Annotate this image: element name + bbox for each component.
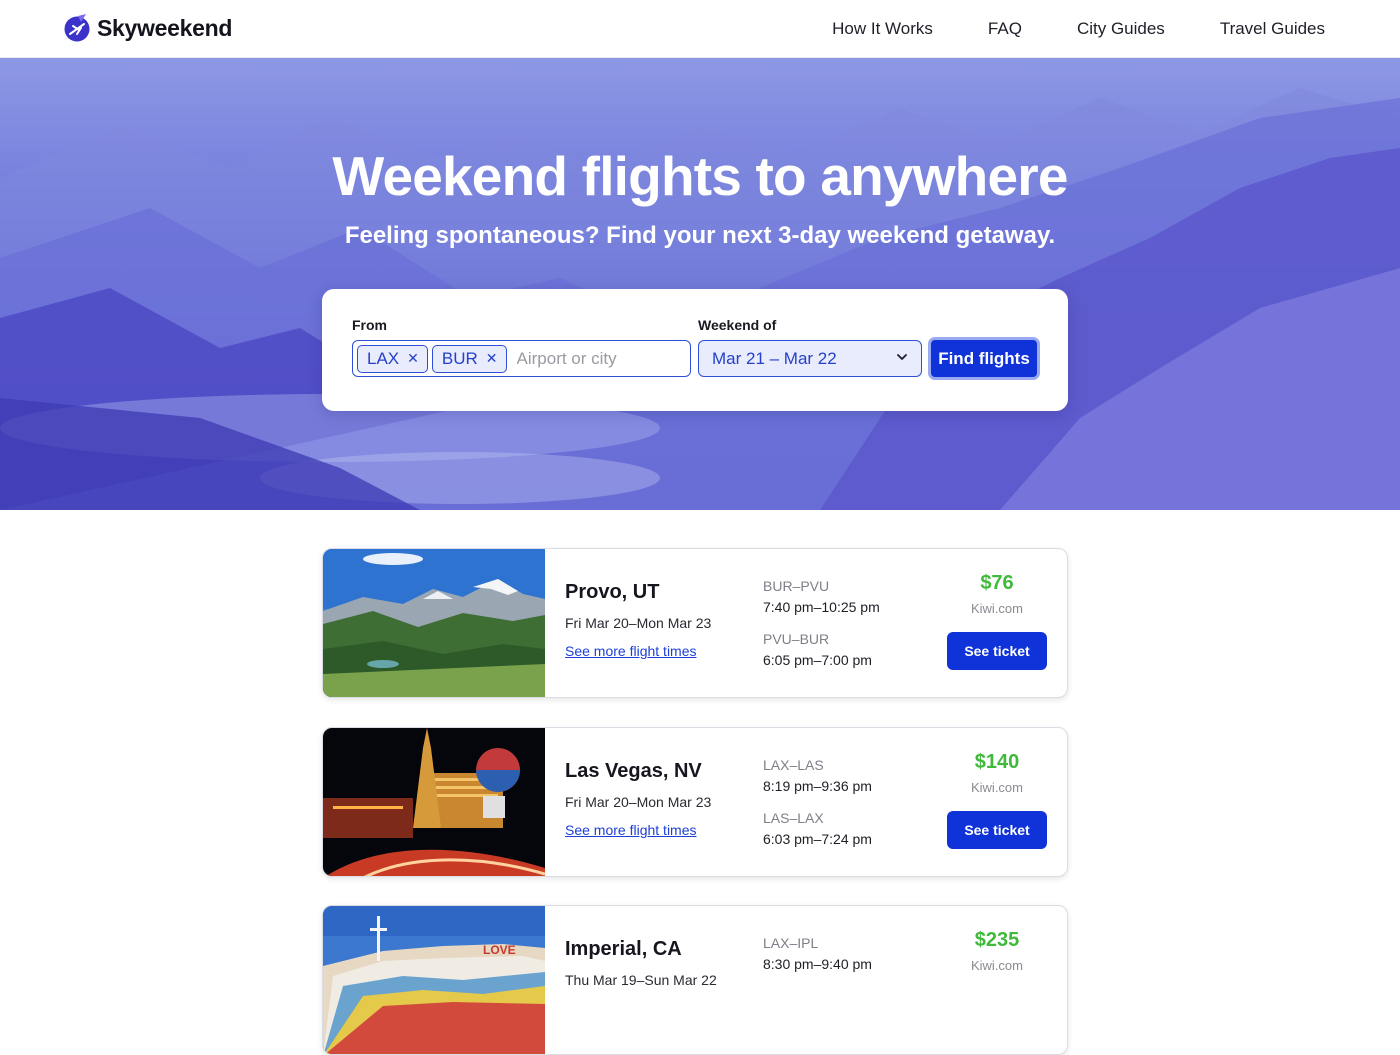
see-ticket-button[interactable]: See ticket [947, 632, 1047, 670]
hero-subtitle: Feeling spontaneous? Find your next 3-da… [344, 222, 1056, 249]
weekend-select[interactable]: Mar 21 – Mar 22 [698, 340, 922, 377]
mountain-background-image [0, 88, 1400, 510]
flight-result-card: Las Vegas, NV Fri Mar 20–Mon Mar 23 See … [322, 727, 1068, 877]
destination-city: Las Vegas, NV [565, 760, 702, 782]
brand-name: Skyweekend [97, 14, 233, 41]
hero-title: Weekend flights to anywhere [332, 145, 1068, 207]
price: $76 [980, 572, 1014, 594]
vendor-name: Kiwi.com [970, 780, 1023, 795]
return-route: PVU–BUR [763, 631, 830, 647]
price: $235 [974, 929, 1020, 951]
weekend-value: Mar 21 – Mar 22 [712, 348, 837, 368]
remove-chip-icon[interactable]: ✕ [486, 350, 498, 367]
find-flights-button[interactable]: Find flights [928, 337, 1040, 380]
return-time: 6:03 pm–7:24 pm [763, 831, 872, 847]
nav-city-guides[interactable]: City Guides [1077, 19, 1165, 39]
destination-city: Imperial, CA [565, 938, 682, 960]
flight-search-form: From LAX ✕ BUR ✕ Weekend of Mar 21 – Mar… [322, 289, 1068, 411]
top-navigation-bar: Skyweekend How It Works FAQ City Guides … [0, 0, 1400, 58]
price: $140 [974, 751, 1020, 773]
nav-how-it-works[interactable]: How It Works [832, 19, 933, 39]
origin-chip-lax[interactable]: LAX ✕ [357, 344, 428, 373]
nav-faq[interactable]: FAQ [988, 19, 1022, 39]
destination-photo: LOVE [323, 906, 545, 1054]
outbound-time: 7:40 pm–10:25 pm [763, 599, 880, 615]
main-nav: How It Works FAQ City Guides Travel Guid… [832, 0, 1325, 58]
origin-chip-label: LAX [367, 348, 400, 368]
flight-result-card: LOVE Imperial, CA Thu Mar 19–Sun Mar 22 … [322, 905, 1068, 1055]
outbound-route: LAX–LAS [763, 757, 824, 773]
chevron-down-icon [897, 354, 907, 360]
origin-chip-label: BUR [441, 348, 478, 368]
vendor-name: Kiwi.com [970, 958, 1023, 973]
trip-dates: Fri Mar 20–Mon Mar 23 [565, 794, 712, 810]
remove-chip-icon[interactable]: ✕ [407, 350, 419, 367]
weekend-label: Weekend of [698, 317, 777, 333]
more-flight-times-link[interactable]: See more flight times [565, 643, 697, 659]
destination-city: Provo, UT [565, 581, 660, 603]
from-label: From [352, 317, 387, 333]
svg-text:LOVE: LOVE [483, 943, 516, 957]
see-ticket-button[interactable]: See ticket [947, 811, 1047, 849]
flight-result-card: Provo, UT Fri Mar 20–Mon Mar 23 See more… [322, 548, 1068, 698]
from-field[interactable]: LAX ✕ BUR ✕ [352, 340, 691, 377]
origin-input[interactable] [516, 348, 667, 369]
vendor-name: Kiwi.com [970, 601, 1023, 616]
outbound-route: BUR–PVU [763, 578, 830, 594]
origin-chip-bur[interactable]: BUR ✕ [431, 344, 507, 373]
brand-logo[interactable]: Skyweekend [64, 13, 232, 43]
return-time: 6:05 pm–7:00 pm [763, 652, 872, 668]
destination-photo [323, 549, 545, 697]
destination-photo [323, 728, 545, 876]
outbound-time: 8:30 pm–9:40 pm [763, 956, 872, 972]
outbound-route: LAX–IPL [763, 935, 819, 951]
trip-dates: Fri Mar 20–Mon Mar 23 [565, 615, 712, 631]
return-route: LAS–LAX [763, 810, 824, 826]
plane-logo-icon [64, 14, 90, 42]
trip-dates: Thu Mar 19–Sun Mar 22 [565, 972, 717, 988]
nav-travel-guides[interactable]: Travel Guides [1220, 19, 1325, 39]
more-flight-times-link[interactable]: See more flight times [565, 822, 697, 838]
hero-section: Weekend flights to anywhere Feeling spon… [0, 58, 1400, 510]
outbound-time: 8:19 pm–9:36 pm [763, 778, 872, 794]
